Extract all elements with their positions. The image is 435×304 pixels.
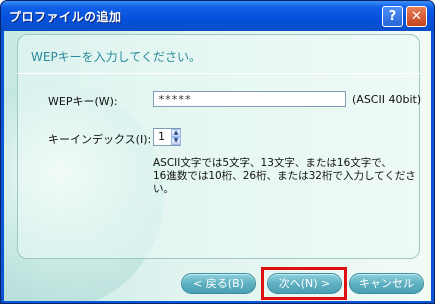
wep-key-input[interactable]: ***** [153,91,346,107]
instruction-heading: WEPキーを入力してください。 [31,50,201,64]
input-description: ASCII文字では5文字、13文字、または16文字で、 16進数では10桁、26… [153,157,416,196]
spin-up-icon[interactable]: ▲ [171,129,181,137]
heading-divider [17,73,420,74]
key-index-label: キーインデックス(I): [48,133,152,146]
close-button[interactable]: ✕ [406,6,427,27]
next-button-highlight [261,267,347,300]
cancel-button[interactable]: キャンセル [349,273,424,294]
title-bar[interactable]: プロファイルの追加 ? ✕ [1,1,434,31]
key-index-value: 1 [158,130,165,143]
description-line: い。 [153,183,174,195]
dialog-window: プロファイルの追加 ? ✕ WEPキーを入力してください。 WEPキー(W): … [0,0,435,304]
window-title: プロファイルの追加 [9,10,122,24]
dialog-body: WEPキーを入力してください。 WEPキー(W): ***** (ASCII 4… [4,31,431,301]
spin-down-icon[interactable]: ▼ [171,137,181,145]
key-index-stepper[interactable]: ▲ ▼ [171,129,181,145]
wep-key-hint: (ASCII 40bit) [352,93,422,106]
wep-key-label: WEPキー(W): [48,95,118,108]
back-button[interactable]: < 戻る(B) [181,273,256,294]
help-button[interactable]: ? [382,6,403,27]
description-line: 16進数では10桁、26桁、または32桁で入力してくださ [153,170,416,182]
description-line: ASCII文字では5文字、13文字、または16文字で、 [153,157,392,169]
